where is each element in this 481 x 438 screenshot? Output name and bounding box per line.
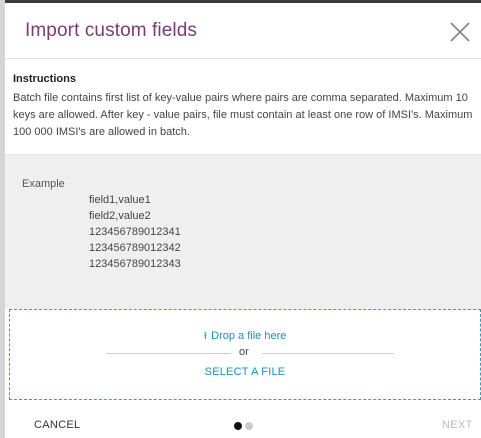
- instructions-section: Instructions Batch file contains first l…: [5, 59, 481, 155]
- dialog-header: Import custom fields: [5, 3, 481, 59]
- example-section: Example field1,value1 field2,value2 1234…: [5, 155, 481, 309]
- example-lines: field1,value1 field2,value2 123456789012…: [89, 192, 181, 272]
- example-line: field2,value2: [89, 210, 151, 222]
- step-dot-active: [234, 422, 242, 430]
- divider-line: [262, 353, 394, 354]
- or-divider: or: [106, 346, 394, 360]
- divider-line: [106, 353, 231, 354]
- close-icon: [449, 21, 471, 43]
- next-button[interactable]: NEXT: [442, 419, 473, 431]
- file-dropzone[interactable]: ⭱ Drop a file here or SELECT A FILE: [9, 309, 481, 400]
- dialog-footer: CANCEL NEXT: [5, 400, 481, 438]
- example-line: 123456789012342: [89, 242, 181, 254]
- drop-file-prompt[interactable]: ⭱ Drop a file here: [10, 329, 480, 346]
- example-line: field1,value1: [89, 194, 151, 206]
- page: Import custom fields Instructions Batch …: [0, 0, 481, 438]
- example-label: Example: [22, 178, 65, 190]
- step-dot-inactive: [245, 422, 253, 430]
- close-button[interactable]: [449, 21, 471, 43]
- cancel-button[interactable]: CANCEL: [34, 419, 80, 431]
- example-line: 123456789012341: [89, 226, 181, 238]
- select-file-button[interactable]: SELECT A FILE: [10, 366, 480, 378]
- dialog-title: Import custom fields: [25, 20, 197, 41]
- instructions-text: Batch file contains first list of key-va…: [13, 92, 473, 138]
- or-label: or: [239, 346, 249, 358]
- instructions-title: Instructions: [13, 73, 76, 85]
- import-dialog: Import custom fields Instructions Batch …: [5, 3, 481, 438]
- upload-icon: ⭱: [203, 331, 208, 342]
- drop-file-label: Drop a file here: [211, 330, 287, 342]
- example-line: 123456789012343: [89, 258, 181, 270]
